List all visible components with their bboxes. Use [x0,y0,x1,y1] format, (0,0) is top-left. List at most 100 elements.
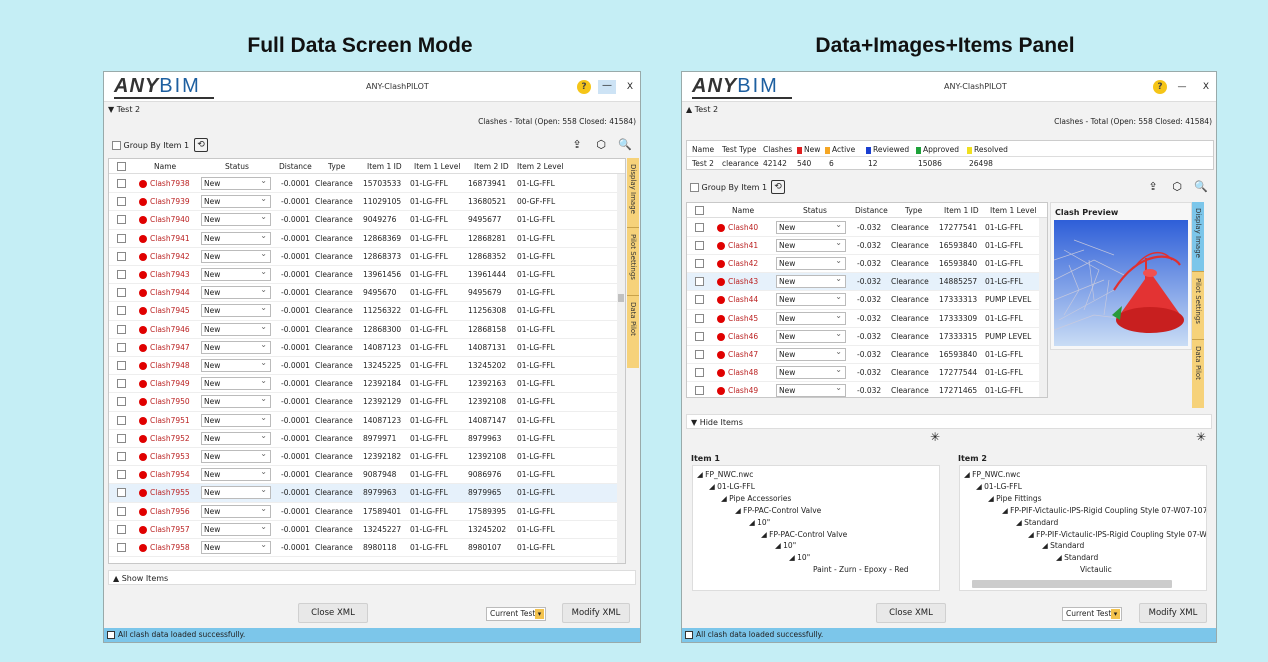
col-item1-id[interactable]: Item 1 ID [367,162,402,171]
status-dropdown[interactable]: New [776,346,846,361]
tab-pilot-settings[interactable]: Pilot Settings [1192,272,1204,340]
table-row[interactable]: Clash7938 New -0.0001 Clearance 15703533 01-L… [109,175,619,194]
test-selector[interactable]: ▲ Test 2 [686,105,718,114]
row-checkbox[interactable] [117,197,126,207]
clash-name[interactable]: Clash7941 [150,234,190,243]
tree-node[interactable]: ◢ 10" [789,553,810,562]
status-dropdown[interactable]: New [201,539,271,554]
row-checkbox[interactable] [695,295,704,305]
status-dropdown[interactable]: New [776,219,846,234]
status-dropdown[interactable]: New [201,521,271,536]
status-dropdown[interactable]: New [201,393,271,409]
row-checkbox[interactable] [695,259,704,269]
table-row[interactable]: Clash7940 New -0.0001 Clearance 9049276 01-LG… [109,211,619,230]
status-dropdown[interactable]: New [776,273,846,289]
minimize-button[interactable]: — [598,80,616,94]
table-row[interactable]: Clash49 New -0.032 Clearance 17271465 01-LG-F… [687,382,1041,397]
clash-name[interactable]: Clash49 [728,386,758,395]
row-checkbox[interactable] [117,179,126,188]
tab-display-image[interactable]: Display Image [1192,202,1204,272]
row-checkbox[interactable] [695,223,704,232]
zoom-icon[interactable]: 🔍 [618,138,632,152]
modify-xml-button[interactable]: Modify XML [1139,603,1207,623]
table-row[interactable]: Clash7949 New -0.0001 Clearance 12392184 01-L… [109,375,619,394]
close-xml-button[interactable]: Close XML [876,603,946,623]
col-status[interactable]: Status [225,162,249,171]
row-checkbox[interactable] [117,488,126,498]
export-icon[interactable]: ⇪ [570,138,584,152]
row-checkbox[interactable] [117,288,126,298]
table-row[interactable]: Clash7954 New -0.0001 Clearance 9087948 01-LG… [109,466,619,485]
status-dropdown[interactable]: New [776,328,846,343]
row-checkbox[interactable] [695,367,704,377]
tree-node[interactable]: ◢ FP_NWC.nwc [964,470,1020,479]
row-checkbox[interactable] [117,415,126,425]
clash-name[interactable]: Clash7955 [150,488,190,497]
tab-display-image[interactable]: Display Image [627,158,639,228]
row-checkbox[interactable] [117,506,126,516]
clash-name[interactable]: Clash40 [728,223,758,232]
status-dropdown[interactable]: New [201,484,271,500]
table-row[interactable]: Clash43 New -0.032 Clearance 14885257 01-LG-F… [687,273,1041,292]
clash-name[interactable]: Clash41 [728,241,758,250]
col-type[interactable]: Type [328,162,345,171]
clash-name[interactable]: Clash7951 [150,416,190,425]
row-checkbox[interactable] [117,270,126,279]
row-checkbox[interactable] [695,331,704,341]
status-dropdown[interactable]: New [776,382,846,397]
status-dropdown[interactable]: New [201,266,271,281]
tree-hscrollbar[interactable] [972,580,1172,588]
tree-node[interactable]: ◢ FP-PIF-Victaulic-IPS-Rigid Coupling St… [1028,530,1206,539]
clash-name[interactable]: Clash47 [728,350,758,359]
col-status[interactable]: Status [803,206,827,215]
status-dropdown[interactable]: New [201,430,271,445]
group-by-toggle[interactable]: Group By Item 1 [690,183,767,192]
tree-node[interactable]: ◢ FP-PAC-Control Valve [735,506,821,515]
status-dropdown[interactable]: New [201,321,271,336]
col-distance[interactable]: Distance [279,162,312,171]
tree-node[interactable]: ◢ 01-LG-FFL [976,482,1022,491]
table-row[interactable]: Clash41 New -0.032 Clearance 16593840 01-LG-F… [687,237,1041,256]
status-dropdown[interactable]: New [776,364,846,379]
row-checkbox[interactable] [117,306,126,316]
status-dropdown[interactable]: New [201,302,271,318]
status-dropdown[interactable]: New [201,466,271,482]
row-checkbox[interactable] [117,470,126,480]
row-checkbox[interactable] [117,543,126,552]
status-dropdown[interactable]: New [201,339,271,354]
table-row[interactable]: Clash7945 New -0.0001 Clearance 11256322 01-L… [109,302,619,321]
table-row[interactable]: Clash7946 New -0.0001 Clearance 12868300 01-L… [109,321,619,339]
col-item2-level[interactable]: Item 2 Level [517,162,563,171]
row-checkbox[interactable] [117,324,126,334]
status-dropdown[interactable]: New [201,248,271,263]
row-checkbox[interactable] [117,215,126,225]
status-dropdown[interactable]: New [201,503,271,518]
table-row[interactable]: Clash42 New -0.032 Clearance 16593840 01-LG-F… [687,255,1041,274]
clash-name[interactable]: Clash7948 [150,361,190,370]
status-dropdown[interactable]: New [201,412,271,427]
clash-name[interactable]: Clash7938 [150,179,190,188]
clash-name[interactable]: Clash7957 [150,525,190,534]
table-row[interactable]: Clash48 New -0.032 Clearance 17277544 01-LG-F… [687,364,1041,382]
status-dropdown[interactable]: New [776,255,846,271]
tab-pilot-settings[interactable]: Pilot Settings [627,228,639,296]
col-name[interactable]: Name [154,162,176,171]
tree-node[interactable]: Victaulic [1080,565,1112,574]
tree-node[interactable]: ◢ Pipe Accessories [721,494,791,503]
col-item1-level[interactable]: Item 1 Level [414,162,460,171]
status-dropdown[interactable]: New [201,193,271,209]
tree-node[interactable]: ◢ FP-PAC-Control Valve [761,530,847,539]
clash-name[interactable]: Clash7943 [150,270,190,279]
clash-name[interactable]: Clash7940 [150,215,190,224]
col-name[interactable]: Name [732,206,754,215]
tree-node[interactable]: ◢ 10" [775,541,796,550]
test-selector[interactable]: ▼ Test 2 [108,105,140,114]
table-row[interactable]: Clash7957 New -0.0001 Clearance 13245227 01-L… [109,521,619,539]
help-icon[interactable]: ? [577,80,591,94]
close-xml-button[interactable]: Close XML [298,603,368,623]
clash-name[interactable]: Clash7946 [150,325,190,334]
clash-name[interactable]: Clash7945 [150,306,190,315]
row-checkbox[interactable] [117,251,126,261]
row-checkbox[interactable] [117,361,126,370]
col-item2-id[interactable]: Item 2 ID [474,162,509,171]
